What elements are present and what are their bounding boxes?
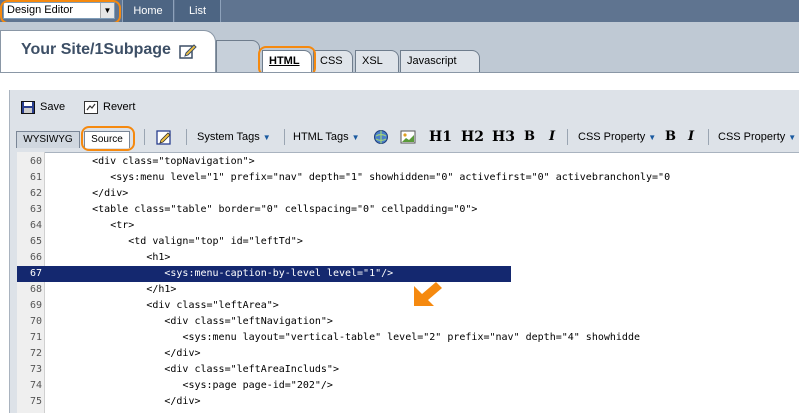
line-number: 60 [29, 156, 42, 167]
line-number: 73 [29, 364, 42, 375]
tab-javascript[interactable]: Javascript [400, 50, 480, 72]
tab-xsl[interactable]: XSL [355, 50, 399, 72]
css-property-label-2: CSS Property [718, 131, 786, 143]
code-line[interactable]: 62 </div> [17, 186, 799, 202]
css-property-dropdown-2[interactable]: CSS Property ▼ [718, 129, 796, 146]
code-line[interactable]: 75 </div> [17, 394, 799, 410]
pointer-arrow-icon [414, 282, 442, 306]
line-number: 72 [29, 348, 42, 359]
save-button[interactable]: Save [21, 98, 65, 116]
code-text: <div class="leftAreaIncluds"> [164, 364, 339, 375]
bold-button-2[interactable]: B [665, 128, 676, 146]
heading-3-button[interactable]: H3 [492, 128, 515, 146]
link-globe-icon[interactable] [373, 129, 389, 145]
code-line[interactable]: 68 </h1> [17, 282, 799, 298]
italic-button[interactable]: I [549, 128, 555, 146]
code-text: <td valign="top" id="leftTd"> [128, 236, 303, 247]
system-tags-label: System Tags [197, 131, 260, 143]
line-number: 75 [29, 396, 42, 407]
html-tags-dropdown[interactable]: HTML Tags ▼ [293, 129, 360, 146]
line-number: 66 [29, 252, 42, 263]
code-line[interactable]: 69 <div class="leftArea"> [17, 298, 799, 314]
code-text: <sys:menu layout="vertical-table" level=… [182, 332, 640, 343]
save-icon [21, 100, 35, 114]
toolbar-divider [144, 129, 145, 145]
line-number: 61 [29, 172, 42, 183]
code-text: <sys:page page-id="202"/> [182, 380, 333, 391]
code-line[interactable]: 72 </div> [17, 346, 799, 362]
nav-list[interactable]: List [175, 0, 221, 22]
bold-button[interactable]: B [524, 128, 535, 146]
code-text: <div class="topNavigation"> [92, 156, 255, 167]
line-number: 67 [29, 268, 42, 279]
code-line[interactable]: 64 <tr> [17, 218, 799, 234]
line-number: 69 [29, 300, 42, 311]
page-title-tab: Your Site/1Subpage [0, 30, 216, 72]
line-number: 71 [29, 332, 42, 343]
line-number: 68 [29, 284, 42, 295]
page-title: Your Site/1Subpage [21, 41, 171, 58]
line-number: 64 [29, 220, 42, 231]
dropdown-arrow-icon: ▼ [262, 133, 271, 142]
code-text: <div class="leftNavigation"> [164, 316, 333, 327]
edit-icon[interactable] [179, 43, 197, 59]
code-line[interactable]: 73 <div class="leftAreaIncluds"> [17, 362, 799, 378]
code-line[interactable]: 71 <sys:menu layout="vertical-table" leve… [17, 330, 799, 346]
code-text: <table class="table" border="0" cellspac… [92, 204, 478, 215]
revert-button[interactable]: Revert [84, 98, 135, 116]
code-text: <tr> [110, 220, 135, 231]
code-text: </div> [164, 348, 201, 359]
code-text: <sys:menu-caption-by-level level="1"/> [164, 268, 394, 279]
revert-label: Revert [103, 101, 136, 113]
callout-highlight-mode-select [0, 0, 121, 24]
toolbar-divider [708, 129, 709, 145]
css-property-dropdown[interactable]: CSS Property ▼ [578, 129, 656, 146]
line-number: 65 [29, 236, 42, 247]
line-number: 70 [29, 316, 42, 327]
css-property-label: CSS Property [578, 131, 646, 143]
toolbar-divider [284, 129, 285, 145]
line-number: 63 [29, 204, 42, 215]
code-text: <h1> [146, 252, 171, 263]
revert-icon [84, 100, 98, 114]
code-line[interactable]: 65 <td valign="top" id="leftTd"> [17, 234, 799, 250]
code-text: </div> [92, 188, 129, 199]
code-line[interactable]: 61 <sys:menu level="1" prefix="nav" depth… [17, 170, 799, 186]
page-tab-spacer [216, 40, 260, 72]
dropdown-arrow-icon: ▼ [351, 133, 360, 142]
code-text: <sys:menu level="1" prefix="nav" depth="… [110, 172, 671, 183]
html-tags-label: HTML Tags [293, 131, 349, 143]
line-number: 62 [29, 188, 42, 199]
code-text: </div> [164, 396, 201, 407]
system-tags-dropdown[interactable]: System Tags ▼ [197, 129, 271, 146]
code-line[interactable]: 63 <table class="table" border="0" cellsp… [17, 202, 799, 218]
code-line[interactable]: 70 <div class="leftNavigation"> [17, 314, 799, 330]
toolbar-divider [567, 129, 568, 145]
image-icon[interactable] [400, 129, 416, 145]
save-label: Save [40, 101, 66, 113]
code-text: </h1> [146, 284, 177, 295]
callout-highlight-source-tab [81, 126, 135, 151]
code-line[interactable]: 74 <sys:page page-id="202"/> [17, 378, 799, 394]
code-line[interactable]: 66 <h1> [17, 250, 799, 266]
tab-wysiwyg[interactable]: WYSIWYG [16, 131, 80, 148]
nav-home[interactable]: Home [122, 0, 174, 22]
pencil-icon[interactable] [156, 129, 172, 145]
toolbar-divider [186, 129, 187, 145]
dropdown-arrow-icon: ▼ [648, 133, 657, 142]
tab-css[interactable]: CSS [313, 50, 353, 72]
dropdown-arrow-icon: ▼ [788, 133, 797, 142]
heading-1-button[interactable]: H1 [429, 128, 452, 146]
code-line[interactable]: 60 <div class="topNavigation"> [17, 154, 799, 170]
line-number: 74 [29, 380, 42, 391]
code-text: <div class="leftArea"> [146, 300, 279, 311]
italic-button-2[interactable]: I [688, 128, 694, 146]
heading-2-button[interactable]: H2 [461, 128, 484, 146]
